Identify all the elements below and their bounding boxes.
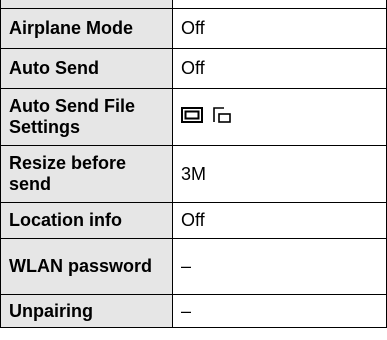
row-label: Auto Send	[0, 48, 173, 89]
row-label: Resize before send	[0, 145, 173, 203]
row-value: –	[172, 238, 387, 295]
row-label: Airplane Mode	[0, 8, 173, 49]
row-label: Unpairing	[0, 294, 173, 328]
file-type-icons	[181, 106, 232, 123]
row-label: Location info	[0, 202, 173, 239]
table-row: Location info Off	[0, 202, 387, 239]
table-row: Auto Send File Settings	[0, 88, 387, 146]
row-value-icons	[172, 88, 387, 146]
table-row: WLAN password –	[0, 238, 387, 295]
table-row: Unpairing –	[0, 294, 387, 328]
row-label	[0, 0, 173, 9]
row-value: Off	[172, 202, 387, 239]
row-label: Auto Send File Settings	[0, 88, 173, 146]
row-value: Off	[172, 8, 387, 49]
table-row: Auto Send Off	[0, 48, 387, 89]
row-label: WLAN password	[0, 238, 173, 295]
row-value: –	[172, 294, 387, 328]
table-row: Resize before send 3M	[0, 145, 387, 203]
row-value: Off	[172, 48, 387, 89]
table-row	[0, 0, 387, 9]
row-value: 3M	[172, 145, 387, 203]
settings-table-container: Airplane Mode Off Auto Send Off Auto Sen…	[0, 0, 387, 328]
table-row: Airplane Mode Off	[0, 8, 387, 49]
photo-frame-icon	[181, 106, 203, 123]
movie-frame-icon	[212, 106, 232, 123]
settings-table: Airplane Mode Off Auto Send Off Auto Sen…	[0, 0, 387, 328]
row-value	[172, 0, 387, 9]
